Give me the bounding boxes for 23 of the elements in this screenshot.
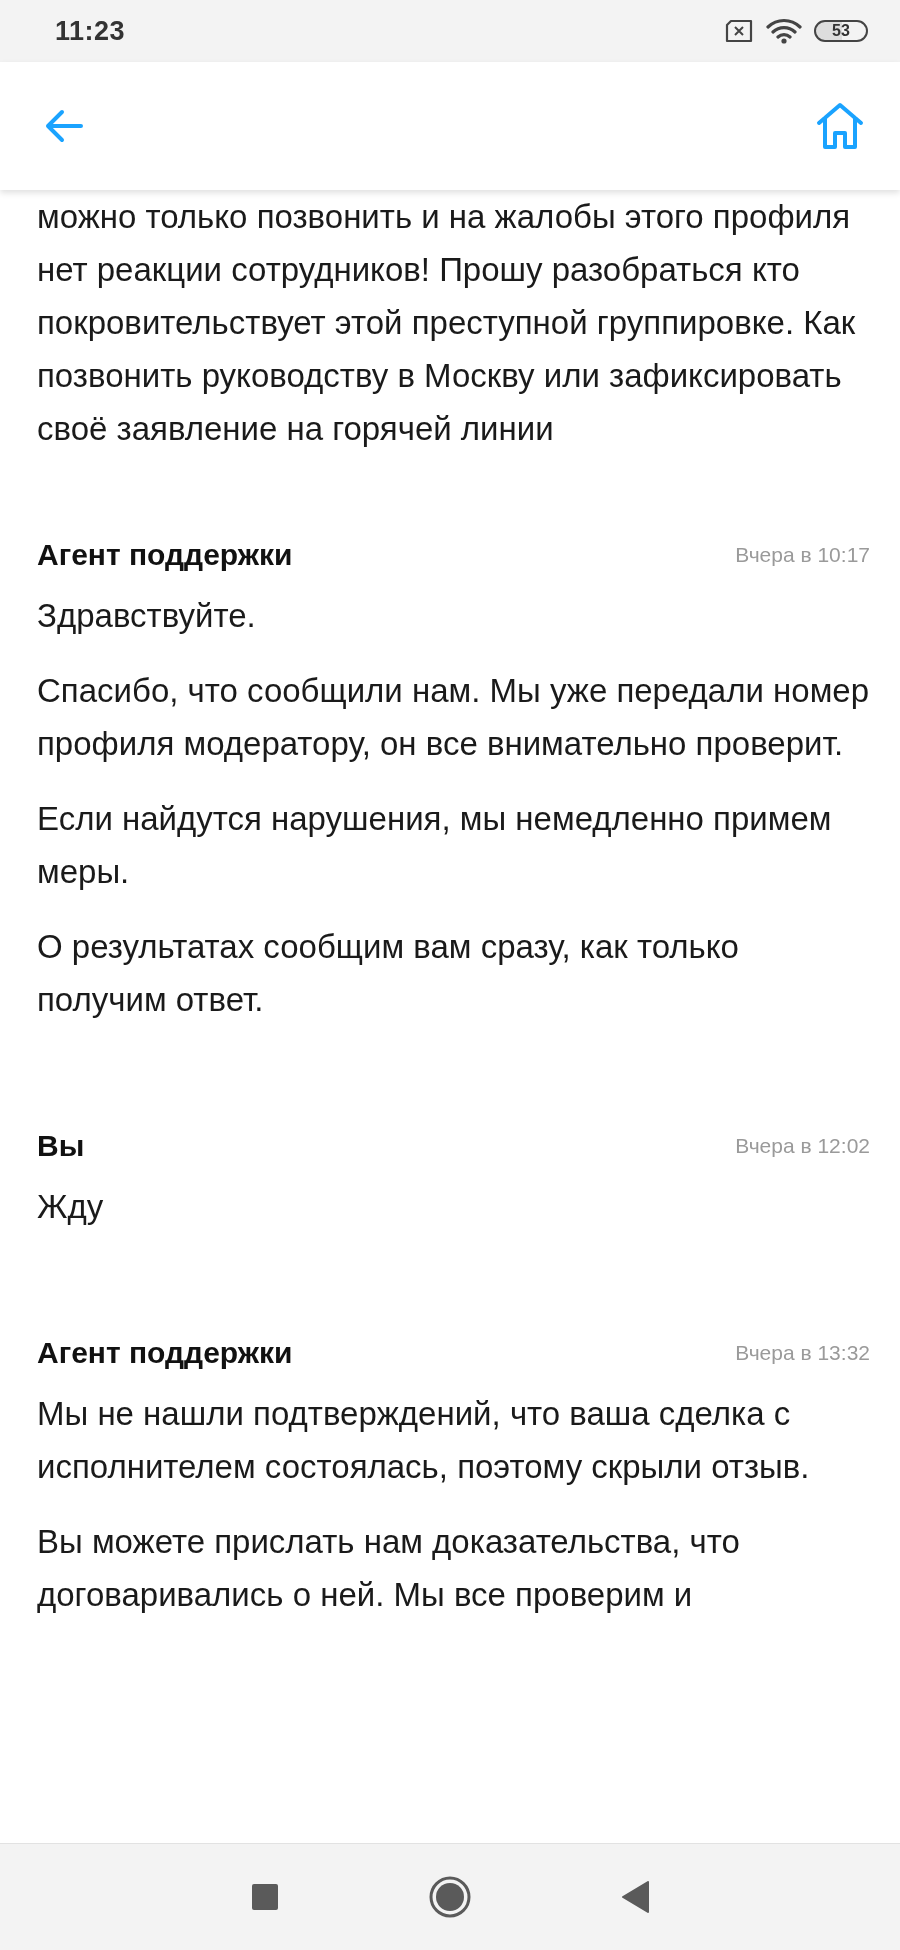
message-text: можно только позвонить и на жалобы этого профиля нет реакции сотрудников! Прошу разобраться кто покровительствует этой преступной группировке. Как позвонить руководству в Москву или зафиксировать своё заявление на горячей линии xyxy=(37,197,857,449)
back-button[interactable] xyxy=(621,1881,649,1913)
wifi-icon xyxy=(766,18,802,44)
message-text: Если найдутся нарушения, мы немедленно примем меры. xyxy=(37,799,833,892)
battery-icon: 53 xyxy=(814,20,868,42)
message-time: Вчера в 13:32 xyxy=(735,1341,870,1365)
author-name: Вы xyxy=(37,1129,85,1163)
message-text: Спасибо, что сообщили нам. Мы уже передали номер профиля модератору, он все внимательно проверит. xyxy=(37,671,870,764)
message-text: Вы можете прислать нам доказательства, что договаривались о ней. Мы все проверим и xyxy=(37,1522,741,1615)
message-time: Вчера в 12:02 xyxy=(735,1134,870,1158)
back-arrow-icon[interactable] xyxy=(44,109,84,143)
home-button[interactable] xyxy=(429,1876,471,1918)
recents-button[interactable] xyxy=(251,1883,279,1911)
message-text: О результатах сообщим вам сразу, как только получим ответ. xyxy=(37,927,740,1020)
author-name: Агент поддержки xyxy=(37,538,293,572)
message-text: Здравствуйте. xyxy=(37,596,257,636)
home-icon[interactable] xyxy=(816,102,864,150)
message-text: Мы не нашли подтверждений, что ваша сделка с исполнителем состоялась, поэтому скрыли отзыв. xyxy=(37,1394,811,1487)
status-time: 11:23 xyxy=(55,15,127,47)
author-name: Агент поддержки xyxy=(37,1336,293,1370)
message-text: Жду xyxy=(37,1187,105,1227)
message-time: Вчера в 10:17 xyxy=(735,543,870,567)
sim-off-icon xyxy=(724,19,754,43)
